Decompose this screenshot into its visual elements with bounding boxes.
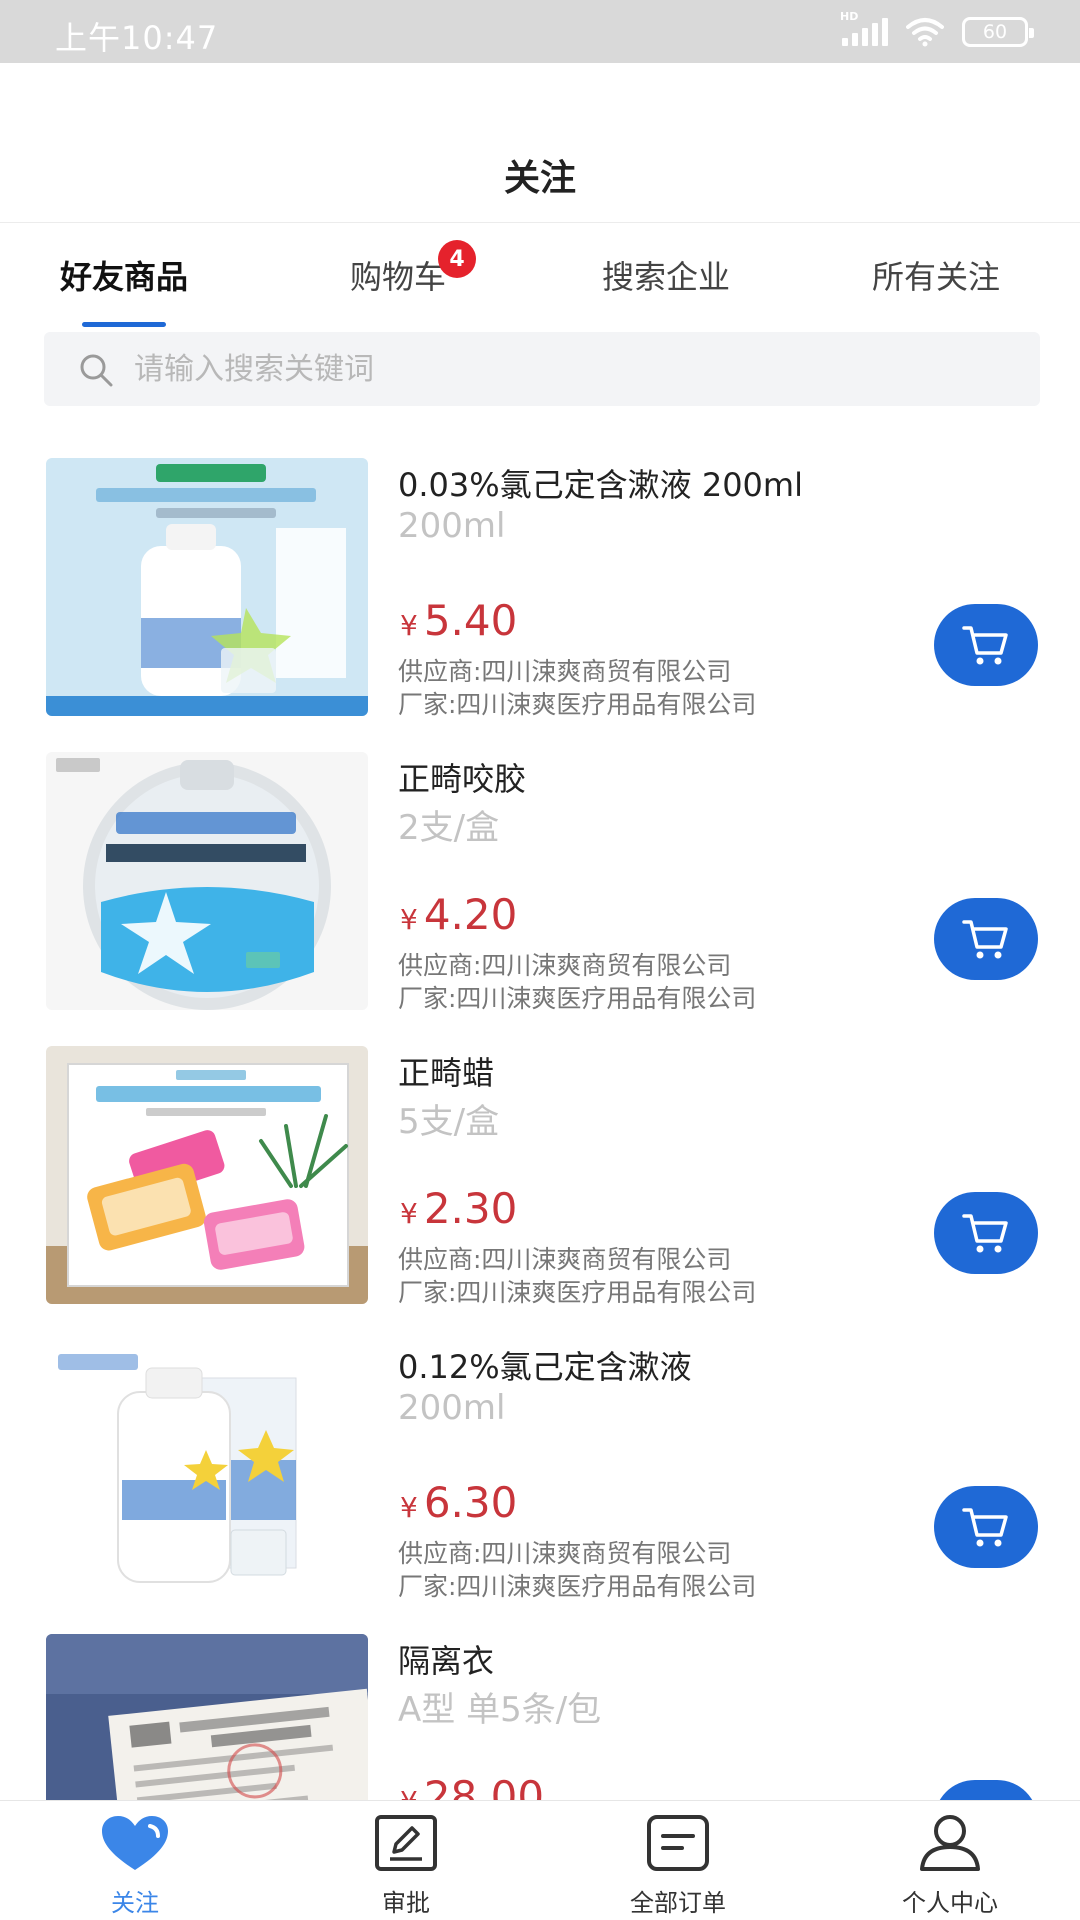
- product-name: 0.03%氯己定含漱液 200ml: [398, 466, 803, 504]
- product-spec: 200ml: [398, 1388, 506, 1428]
- product-name: 正畸蜡: [398, 1054, 495, 1092]
- heart-icon: [102, 1816, 168, 1870]
- add-to-cart-button[interactable]: [934, 1486, 1038, 1568]
- currency-symbol: ¥: [400, 1197, 418, 1230]
- nav-label: 审批: [382, 1889, 430, 1917]
- status-time: 上午10:47: [55, 19, 219, 57]
- price-value: 6.30: [423, 1478, 518, 1527]
- product-image: [46, 752, 368, 1010]
- battery-icon: 60: [962, 17, 1034, 47]
- status-icons: HD 60: [840, 10, 1034, 48]
- product-manufacturer: 厂家:四川涑爽医疗用品有限公司: [398, 1278, 757, 1307]
- bottom-nav: 关注 审批 全部订单 个人中心: [0, 1800, 1080, 1920]
- product-image: [46, 1046, 368, 1304]
- product-item[interactable]: 0.03%氯己定含漱液 200ml 200ml ¥5.40 供应商:四川涑爽商贸…: [0, 440, 1080, 734]
- product-manufacturer: 厂家:四川涑爽医疗用品有限公司: [398, 984, 757, 1013]
- tab-label: 搜索企业: [602, 258, 731, 296]
- page-title: 关注: [503, 158, 576, 199]
- add-to-cart-button[interactable]: [934, 898, 1038, 980]
- price-value: 2.30: [423, 1184, 518, 1233]
- product-name: 隔离衣: [398, 1642, 495, 1680]
- product-name: 0.12%氯己定含漱液: [398, 1348, 692, 1386]
- cart-count-badge: 4: [438, 240, 477, 278]
- product-image: [46, 458, 368, 716]
- tab-friend-products[interactable]: 好友商品: [60, 252, 189, 327]
- product-price: ¥6.30: [400, 1478, 517, 1527]
- add-to-cart-button[interactable]: [934, 1192, 1038, 1274]
- product-spec: 5支/盒: [398, 1102, 500, 1142]
- cart-icon: [962, 1214, 1008, 1253]
- price-value: 4.20: [423, 890, 518, 939]
- product-supplier: 供应商:四川涑爽商贸有限公司: [398, 657, 732, 686]
- product-spec: 200ml: [398, 506, 506, 546]
- tab-active-indicator: [82, 322, 167, 327]
- product-price: ¥2.30: [400, 1184, 517, 1233]
- product-list: 0.03%氯己定含漱液 200ml 200ml ¥5.40 供应商:四川涑爽商贸…: [0, 440, 1080, 1800]
- app-header: 关注: [0, 63, 1080, 223]
- network-type: HD: [840, 10, 859, 23]
- product-spec: 2支/盒: [398, 808, 500, 848]
- cart-icon: [962, 626, 1008, 665]
- tab-search-company[interactable]: 搜索企业: [602, 252, 730, 298]
- product-supplier: 供应商:四川涑爽商贸有限公司: [398, 1539, 732, 1568]
- product-spec: A型 单5条/包: [398, 1690, 602, 1730]
- product-item[interactable]: 隔离衣 A型 单5条/包 ¥28.00: [0, 1616, 1080, 1800]
- currency-symbol: ¥: [400, 903, 418, 936]
- edit-icon: [375, 1815, 437, 1871]
- product-manufacturer: 厂家:四川涑爽医疗用品有限公司: [398, 1572, 757, 1601]
- add-to-cart-button[interactable]: [934, 1780, 1038, 1800]
- status-bar: 上午10:47 HD 60: [0, 0, 1080, 63]
- nav-label: 个人中心: [902, 1889, 998, 1917]
- tab-label: 购物车: [350, 258, 447, 296]
- product-item[interactable]: 正畸蜡 5支/盒 ¥2.30 供应商:四川涑爽商贸有限公司 厂家:四川涑爽医疗用…: [0, 1028, 1080, 1322]
- user-icon: [920, 1815, 980, 1871]
- nav-approval[interactable]: 审批: [306, 1811, 506, 1918]
- search-input[interactable]: [134, 332, 1014, 406]
- product-price: ¥28.00: [400, 1772, 544, 1800]
- search-icon: [80, 354, 113, 387]
- wifi-icon: [906, 18, 944, 47]
- product-price: ¥4.20: [400, 890, 517, 939]
- price-value: 28.00: [423, 1772, 545, 1800]
- currency-symbol: ¥: [400, 1785, 418, 1800]
- nav-label: 关注: [111, 1889, 159, 1917]
- product-name: 正畸咬胶: [398, 760, 527, 798]
- cart-icon: [962, 1508, 1008, 1547]
- battery-level: 60: [982, 21, 1008, 43]
- product-manufacturer: 厂家:四川涑爽医疗用品有限公司: [398, 690, 757, 719]
- product-supplier: 供应商:四川涑爽商贸有限公司: [398, 951, 732, 980]
- product-supplier: 供应商:四川涑爽商贸有限公司: [398, 1245, 732, 1274]
- tab-all-follows[interactable]: 所有关注: [872, 252, 1000, 298]
- price-value: 5.40: [423, 596, 518, 645]
- product-image: [46, 1340, 368, 1598]
- search-bar: [44, 332, 1040, 406]
- product-item[interactable]: 0.12%氯己定含漱液 200ml ¥6.30 供应商:四川涑爽商贸有限公司 厂…: [0, 1322, 1080, 1616]
- tab-label: 所有关注: [872, 258, 1001, 296]
- add-to-cart-button[interactable]: [934, 604, 1038, 686]
- nav-label: 全部订单: [630, 1889, 726, 1917]
- currency-symbol: ¥: [400, 1491, 418, 1524]
- order-icon: [647, 1815, 709, 1871]
- currency-symbol: ¥: [400, 609, 418, 642]
- product-item[interactable]: 正畸咬胶 2支/盒 ¥4.20 供应商:四川涑爽商贸有限公司 厂家:四川涑爽医疗…: [0, 734, 1080, 1028]
- tab-label: 好友商品: [60, 258, 189, 296]
- product-image: [46, 1634, 368, 1800]
- tab-cart[interactable]: 购物车 4: [350, 240, 477, 298]
- nav-all-orders[interactable]: 全部订单: [578, 1811, 778, 1918]
- product-price: ¥5.40: [400, 596, 517, 645]
- tab-bar: 好友商品 购物车 4 搜索企业 所有关注: [0, 224, 1080, 327]
- nav-follow[interactable]: 关注: [35, 1811, 235, 1918]
- signal-icon: HD: [840, 10, 888, 46]
- nav-profile[interactable]: 个人中心: [850, 1811, 1050, 1918]
- cart-icon: [962, 920, 1008, 959]
